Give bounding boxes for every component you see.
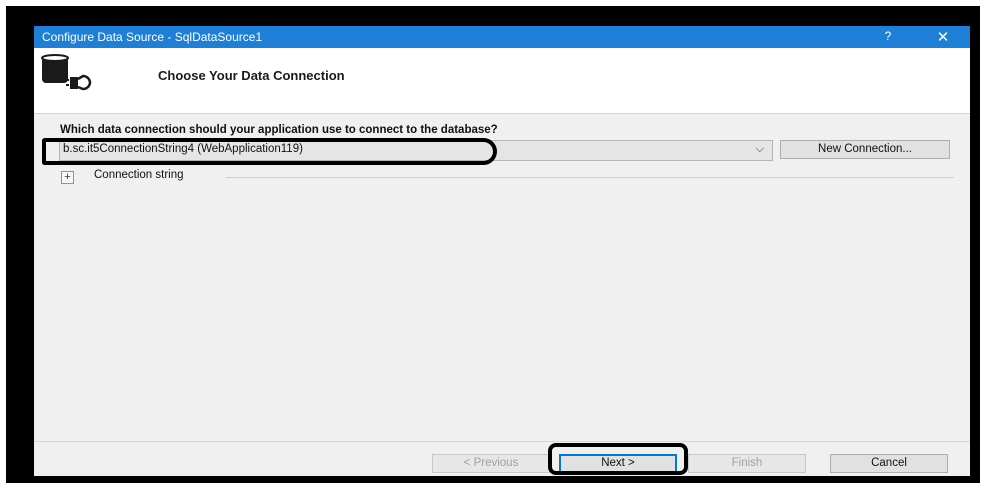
finish-button[interactable]: Finish (688, 454, 806, 473)
new-connection-button[interactable]: New Connection... (780, 140, 950, 159)
connection-question: Which data connection should your applic… (60, 124, 498, 136)
section-divider (226, 177, 954, 178)
page-title: Choose Your Data Connection (158, 68, 345, 83)
annotation-oval-connection (42, 138, 497, 165)
wizard-header: Choose Your Data Connection (34, 48, 970, 114)
previous-button[interactable]: < Previous (432, 454, 550, 473)
title-bar: Configure Data Source - SqlDataSource1 ?… (34, 26, 970, 48)
footer-divider (34, 441, 970, 442)
expand-connection-string-button[interactable]: + (61, 171, 74, 184)
window-title: Configure Data Source - SqlDataSource1 (42, 30, 263, 44)
help-button[interactable]: ? (880, 29, 896, 43)
database-plug-icon (41, 54, 92, 91)
cancel-button[interactable]: Cancel (830, 454, 948, 473)
connection-string-label: Connection string (94, 169, 184, 181)
annotation-oval-next (548, 443, 688, 475)
chevron-down-icon[interactable]: ⌵ (756, 143, 764, 156)
close-button[interactable]: ✕ (934, 28, 952, 46)
configure-data-source-dialog: Configure Data Source - SqlDataSource1 ?… (34, 26, 970, 476)
